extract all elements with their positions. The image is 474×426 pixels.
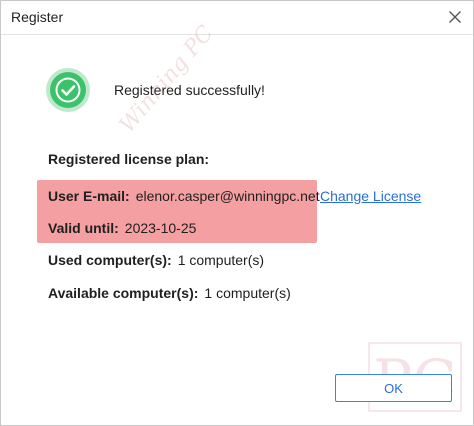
used-computers-row: Used computer(s): 1 computer(s) [48,252,264,268]
email-label: User E-mail: [48,188,130,204]
watermark: Winning PC [114,21,219,138]
success-message: Registered successfully! [114,82,265,98]
email-value: elenor.casper@winningpc.net [135,188,320,204]
used-computers-label: Used computer(s): [48,252,172,268]
available-computers-row: Available computer(s): 1 computer(s) [48,285,291,301]
valid-until-value: 2023-10-25 [124,220,197,236]
close-button[interactable] [443,5,467,29]
ok-button[interactable]: OK [335,374,452,402]
license-section-title: Registered license plan: [48,151,210,167]
window-title: Register [11,9,64,25]
valid-until-label: Valid until: [48,220,119,236]
available-computers-label: Available computer(s): [48,285,199,301]
used-computers-value: 1 computer(s) [177,252,265,268]
email-row: User E-mail: elenor.casper@winningpc.net [48,188,320,204]
close-icon [449,11,461,23]
change-license-link[interactable]: Change License [320,188,421,204]
check-circle-icon [46,68,90,112]
register-dialog: Register Registered successfully! Winnin… [0,0,474,426]
valid-until-row: Valid until: 2023-10-25 [48,220,196,236]
available-computers-value: 1 computer(s) [204,285,291,301]
title-bar: Register [1,1,473,35]
